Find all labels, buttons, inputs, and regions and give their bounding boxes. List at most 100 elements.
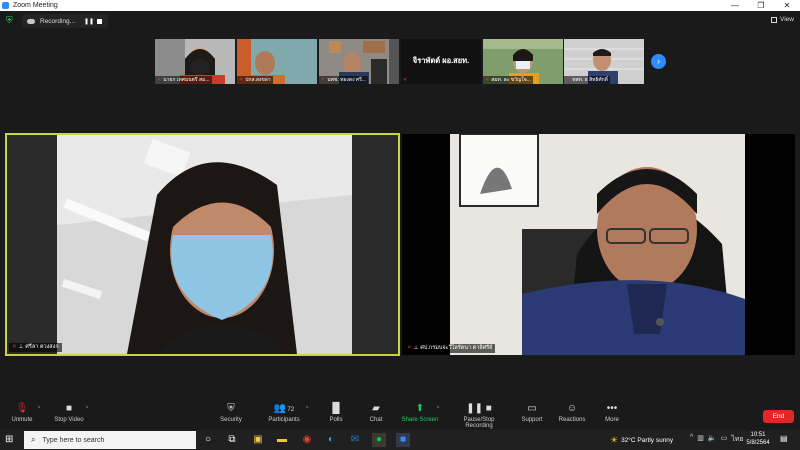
- taskbar-clock[interactable]: 10:51 5/8/2564: [744, 431, 772, 447]
- weather-text: 32°C Partly sunny: [621, 436, 674, 444]
- participant-name: ศป.กรมบจะวีไลรัตนา ตาลิศรีย์: [420, 345, 493, 351]
- pause-stop-recording-button[interactable]: ❚❚ ■ Pause/Stop Recording: [449, 404, 509, 430]
- store-icon[interactable]: ▣: [251, 433, 265, 447]
- partly-sunny-icon: ☀: [610, 434, 619, 445]
- muted-mic-icon: ✕: [239, 77, 244, 83]
- windows-start-icon[interactable]: ⊞: [5, 434, 13, 446]
- notification-center-icon[interactable]: ▤: [780, 434, 788, 443]
- shield-icon: ⛨: [227, 403, 235, 414]
- security-button[interactable]: ⛨ Security: [216, 403, 246, 424]
- view-button[interactable]: View: [771, 16, 794, 23]
- show-hidden-icons-icon[interactable]: ^: [690, 434, 693, 445]
- pause-recording-icon[interactable]: ❚❚: [84, 18, 94, 25]
- share-options-caret-icon[interactable]: ^: [437, 406, 439, 412]
- polls-bar-chart-icon: ▐▌: [328, 403, 344, 414]
- reactions-button[interactable]: ☺ Reactions: [557, 403, 587, 424]
- participant-video-feed: [402, 134, 795, 355]
- stop-recording-icon[interactable]: [97, 18, 102, 24]
- participant-name-text: ปกส.สงขลา: [245, 77, 271, 83]
- network-icon[interactable]: ▥: [697, 434, 704, 445]
- close-window-button[interactable]: ✕: [774, 0, 800, 11]
- participant-thumbnail[interactable]: ✕ นพช. ทองดง ศรี...: [319, 39, 399, 84]
- stop-video-button[interactable]: ■ Stop Video ^: [50, 403, 88, 424]
- muted-mic-icon: ✕: [403, 77, 408, 83]
- polls-button[interactable]: ▐▌ Polls: [326, 403, 346, 424]
- participants-caret-icon[interactable]: ^: [306, 406, 308, 412]
- security-label: Security: [220, 417, 242, 423]
- chat-button[interactable]: ▰ Chat: [366, 403, 386, 424]
- reactions-label: Reactions: [558, 417, 586, 423]
- search-placeholder: Type here to search: [42, 436, 105, 444]
- chat-label: Chat: [369, 417, 383, 423]
- end-meeting-button[interactable]: End: [763, 410, 794, 423]
- share-screen-button[interactable]: ⬆ Share Screen ^: [401, 403, 440, 424]
- reactions-smiley-icon: ☺: [566, 403, 578, 414]
- participant-name-text: สมท. ละ ขวัญใจ...: [491, 77, 531, 83]
- view-label: View: [780, 16, 794, 23]
- speaker-video-feed: [7, 135, 398, 354]
- audio-options-caret-icon[interactable]: ^: [38, 406, 40, 412]
- next-page-arrow-icon[interactable]: ›: [651, 54, 666, 69]
- participant-name-text: ทสท. ธ สิทธิศักดิ์: [572, 77, 608, 83]
- participant-name: ✕ สมท. ละ ขวัญใจ...: [483, 76, 533, 84]
- zoom-logo-icon: [2, 2, 9, 9]
- participant-name: ✕ นพช. ทองดง ศรี...: [319, 76, 368, 84]
- support-button[interactable]: ▭ Support: [519, 403, 545, 424]
- participant-namebar: ✕ ⊥ ศป.กรมบจะวีไลรัตนา ตาลิศรีย์: [404, 344, 496, 353]
- minimize-button[interactable]: —: [722, 0, 748, 11]
- clock-date: 5/8/2564: [746, 440, 770, 446]
- participant-thumbnail[interactable]: ✕ สมท. ละ ขวัญใจ...: [483, 39, 563, 84]
- weather-widget[interactable]: ☀ 32°C Partly sunny: [610, 432, 673, 448]
- support-icon: ▭: [527, 403, 537, 414]
- file-explorer-icon[interactable]: ▬: [275, 433, 289, 447]
- more-label: More: [605, 417, 619, 423]
- share-screen-arrow-icon: ⬆: [415, 403, 425, 414]
- participant-thumbnail[interactable]: ✕ นายก เทศมนตรี สม...: [155, 39, 235, 84]
- participant-name: ✕: [401, 76, 411, 84]
- video-options-caret-icon[interactable]: ^: [86, 406, 88, 412]
- muted-mic-icon: ✕: [157, 77, 162, 83]
- mail-icon[interactable]: ✉: [348, 433, 362, 447]
- participants-count: 72: [287, 407, 295, 413]
- task-view-icon[interactable]: ⧉: [225, 433, 239, 447]
- speaker-icon[interactable]: 🔈: [708, 434, 717, 445]
- maximize-button[interactable]: ❐: [748, 0, 774, 11]
- more-button[interactable]: ••• More: [602, 403, 622, 424]
- participants-icon: 👥72: [273, 403, 295, 414]
- pin-icon: ⊥: [413, 345, 419, 351]
- unmute-button[interactable]: 🎙 Unmute ^: [8, 404, 40, 424]
- participant-video-main[interactable]: ✕ ⊥ ศป.กรมบจะวีไลรัตนา ตาลิศรีย์: [402, 134, 795, 355]
- zoom-app-icon[interactable]: ■: [396, 433, 410, 447]
- search-icon: ⌕: [31, 435, 36, 444]
- more-dots-icon: •••: [606, 403, 618, 414]
- participant-name-text: นายก เทศมนตรี สม...: [163, 77, 210, 83]
- security-shield-icon[interactable]: ⛨: [6, 16, 14, 25]
- window-title: Zoom Meeting: [13, 2, 58, 9]
- polls-label: Polls: [329, 417, 343, 423]
- participant-thumbnail[interactable]: ✕ ปกส.สงขลา: [237, 39, 317, 84]
- recording-label: Recording...: [40, 17, 76, 25]
- edge-icon[interactable]: ◐: [324, 433, 338, 447]
- participant-name: ✕ นายก เทศมนตรี สม...: [155, 76, 212, 84]
- stop-video-label: Stop Video: [54, 417, 84, 423]
- chat-bubble-icon: ▰: [372, 403, 380, 414]
- participant-thumbnail[interactable]: จิราพัตต์ ผอ.สยท. ✕: [401, 39, 481, 84]
- video-camera-icon: ■: [65, 403, 73, 414]
- active-speaker-video[interactable]: ✕ ⊥ ศรีลา ควงสงก: [5, 133, 400, 356]
- participants-button[interactable]: 👥72 Participants ^: [266, 403, 308, 424]
- chrome-icon[interactable]: ◉: [300, 433, 314, 447]
- taskbar-search-box[interactable]: ⌕ Type here to search: [24, 431, 196, 449]
- meeting-top-bar: [0, 11, 800, 31]
- chat-tray-icon[interactable]: ▭: [721, 434, 728, 445]
- line-app-icon[interactable]: ●: [372, 433, 386, 447]
- input-language[interactable]: ไทย: [731, 434, 743, 445]
- participant-name-center: จิราพัตต์ ผอ.สยท.: [412, 56, 470, 65]
- participants-label: Participants: [268, 417, 300, 423]
- participant-thumbnail[interactable]: ✕ ทสท. ธ สิทธิศักดิ์: [564, 39, 644, 84]
- muted-mic-icon: ✕: [566, 77, 571, 83]
- cortana-circle-icon[interactable]: ○: [201, 433, 215, 447]
- window-titlebar: Zoom Meeting — ❐ ✕: [0, 0, 800, 11]
- speaker-namebar: ✕ ⊥ ศรีลา ควงสงก: [9, 343, 62, 352]
- muted-mic-icon: ✕: [321, 77, 326, 83]
- meeting-controls-toolbar: [0, 400, 800, 430]
